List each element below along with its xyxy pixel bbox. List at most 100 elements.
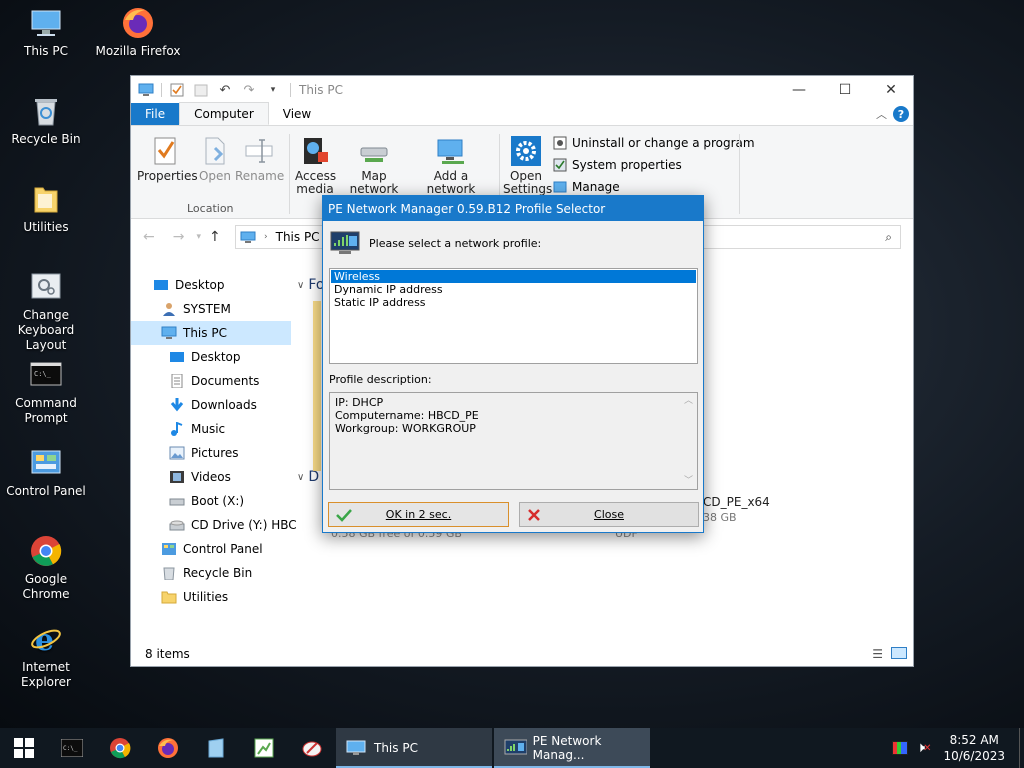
nav-item-control-panel[interactable]: Control Panel <box>131 537 291 561</box>
internet-explorer-icon: e <box>29 622 63 658</box>
notepad-icon <box>208 738 224 758</box>
details-view-icon[interactable]: ☰ <box>872 647 883 661</box>
close-button[interactable]: ✕ <box>868 76 914 104</box>
profile-item-dynamic-ip[interactable]: Dynamic IP address <box>331 283 696 296</box>
nav-item-cd-drive[interactable]: CD Drive (Y:) HBC <box>131 513 297 537</box>
profile-selector-dialog: PE Network Manager 0.59.B12 Profile Sele… <box>322 195 704 533</box>
desktop-icon-change-keyboard-layout[interactable]: Change Keyboard Layout <box>0 270 92 353</box>
display-settings-icon[interactable] <box>892 741 909 755</box>
taskbar-task-pe-network-manager[interactable]: PE Network Manag... <box>494 728 650 768</box>
desktop-icon-control-panel[interactable]: Control Panel <box>0 446 92 499</box>
cd-drive-icon <box>169 520 185 531</box>
nav-item-documents[interactable]: Documents <box>131 369 291 393</box>
open-button[interactable]: Open <box>195 136 235 183</box>
forward-arrow-icon[interactable]: → <box>173 229 185 245</box>
taskbar-firefox[interactable] <box>144 728 192 768</box>
breadcrumb-this-pc[interactable]: This PC <box>276 230 320 244</box>
profile-list[interactable]: Wireless Dynamic IP address Static IP ad… <box>329 268 698 364</box>
nav-item-desktop-2[interactable]: Desktop <box>131 345 291 369</box>
desktop-icon-command-prompt[interactable]: C:\_ Command Prompt <box>0 358 92 426</box>
desktop-icon-recycle-bin[interactable]: Recycle Bin <box>0 94 92 147</box>
profile-item-wireless[interactable]: Wireless <box>331 270 696 283</box>
nav-item-music[interactable]: Music <box>131 417 291 441</box>
chrome-icon <box>29 534 63 568</box>
show-desktop-button[interactable] <box>1019 728 1024 768</box>
large-icons-view-icon[interactable] <box>891 647 907 659</box>
nav-item-pictures[interactable]: Pictures <box>131 441 291 465</box>
up-arrow-icon[interactable]: ↑ <box>209 229 221 245</box>
tab-view[interactable]: View <box>269 103 325 125</box>
taskbar-paint-tool[interactable] <box>288 728 336 768</box>
profile-item-static-ip[interactable]: Static IP address <box>331 296 696 309</box>
customize-toolbar-chevron-icon[interactable]: ▾ <box>264 82 282 98</box>
dialog-header: Please select a network profile: <box>329 230 541 256</box>
desktop-icon-google-chrome[interactable]: Google Chrome <box>0 534 92 602</box>
taskbar-spreadsheet-tool[interactable] <box>240 728 288 768</box>
taskbar: C:\_ This PC PE Network Manag... 🕨 ✕ 8:5… <box>0 728 1024 768</box>
properties-button[interactable]: Properties <box>137 136 198 183</box>
profile-description-label: Profile description: <box>329 373 432 386</box>
taskbar-chrome[interactable] <box>96 728 144 768</box>
drive-name[interactable]: CD_PE_x64 <box>703 495 770 509</box>
desktop-icon-label: Control Panel <box>6 484 86 498</box>
undo-icon[interactable]: ↶ <box>216 82 234 98</box>
search-icon[interactable]: ⌕ <box>885 230 892 245</box>
help-icon[interactable]: ? <box>893 106 909 122</box>
desktop-icon-label: Mozilla Firefox <box>95 44 181 58</box>
taskbar-notepad[interactable] <box>192 728 240 768</box>
scroll-down-icon[interactable]: ﹀ <box>680 473 697 489</box>
breadcrumb-chevron-icon[interactable]: › <box>264 232 268 242</box>
nav-item-downloads[interactable]: Downloads <box>131 393 291 417</box>
ribbon-tabs: File Computer View ︿ ? <box>131 102 913 126</box>
nav-item-utilities[interactable]: Utilities <box>131 585 291 609</box>
nav-item-boot-drive[interactable]: Boot (X:) <box>131 489 291 513</box>
description-scrollbar[interactable]: ︿ ﹀ <box>680 393 697 489</box>
documents-icon <box>171 374 183 388</box>
tab-computer[interactable]: Computer <box>179 102 269 125</box>
chrome-icon <box>110 738 131 759</box>
start-button[interactable] <box>0 728 48 768</box>
rename-button[interactable]: Rename <box>235 136 284 183</box>
spreadsheet-pen-icon <box>254 738 274 758</box>
taskbar-command-prompt[interactable]: C:\_ <box>48 728 96 768</box>
close-dialog-button[interactable]: Close <box>519 502 699 527</box>
minimize-button[interactable]: — <box>776 76 822 104</box>
tab-file[interactable]: File <box>131 103 180 125</box>
profile-prompt: Please select a network profile: <box>369 236 542 250</box>
ok-button[interactable]: OK in 2 sec. <box>328 502 509 527</box>
new-folder-icon[interactable] <box>192 82 210 98</box>
properties-checklist-icon[interactable] <box>168 82 186 98</box>
computer-icon <box>161 326 177 339</box>
access-media-button[interactable]: Access media <box>295 136 336 196</box>
nav-item-this-pc[interactable]: This PC <box>131 321 291 345</box>
recent-locations-chevron-icon[interactable]: ▾ <box>196 232 201 242</box>
folders-group-header[interactable]: ∨ Fo <box>297 277 324 293</box>
desktop-icon <box>154 280 168 290</box>
nav-item-videos[interactable]: Videos <box>131 465 291 489</box>
devices-group-header[interactable]: ∨ D <box>297 469 319 485</box>
desktop-icon-label: Internet Explorer <box>21 660 71 689</box>
desktop-icon-firefox[interactable]: Mozilla Firefox <box>92 6 184 59</box>
description-line: IP: DHCP <box>335 396 384 409</box>
maximize-button[interactable]: ☐ <box>822 76 868 104</box>
open-settings-button[interactable]: Open Settings <box>503 136 552 196</box>
rename-icon <box>244 136 274 166</box>
taskbar-task-this-pc[interactable]: This PC <box>336 728 492 768</box>
desktop-icon-label: Change Keyboard Layout <box>17 308 75 352</box>
desktop-icon-this-pc[interactable]: This PC <box>0 6 92 59</box>
nav-item-recycle-bin[interactable]: Recycle Bin <box>131 561 291 585</box>
manage-button[interactable]: Manage <box>553 180 620 194</box>
redo-icon[interactable]: ↷ <box>240 82 258 98</box>
nav-item-system[interactable]: SYSTEM <box>131 297 291 321</box>
svg-text:C:\_: C:\_ <box>34 370 52 378</box>
scroll-up-icon[interactable]: ︿ <box>680 393 697 409</box>
uninstall-program-button[interactable]: Uninstall or change a program <box>553 136 755 150</box>
desktop-icon-internet-explorer[interactable]: e Internet Explorer <box>0 622 92 690</box>
clock[interactable]: 8:52 AM 10/6/2023 <box>943 732 1005 764</box>
clock-date: 10/6/2023 <box>943 749 1005 763</box>
desktop-icon-utilities[interactable]: Utilities <box>0 182 92 235</box>
back-arrow-icon[interactable]: ← <box>143 229 155 245</box>
nav-item-desktop[interactable]: Desktop <box>131 273 291 297</box>
collapse-ribbon-chevron-icon[interactable]: ︿ <box>876 106 887 122</box>
system-properties-button[interactable]: System properties <box>553 158 682 172</box>
